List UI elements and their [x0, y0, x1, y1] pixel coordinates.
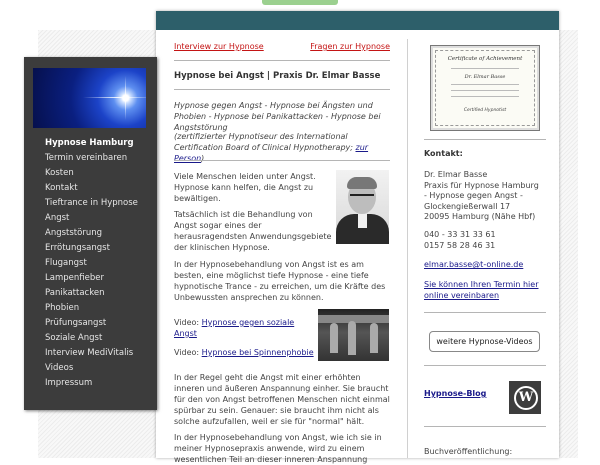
sidebar-item-panikattacken[interactable]: Panikattacken: [24, 286, 157, 301]
divider: [424, 312, 546, 313]
fragen-link[interactable]: Fragen zur Hypnose: [310, 42, 390, 51]
book-label: Buchveröffentlichung:: [424, 447, 513, 456]
top-links: Interview zur Hypnose Fragen zur Hypnose: [174, 42, 390, 54]
divider: [174, 60, 390, 61]
email-wrap: elmar.basse@t-online.de: [424, 260, 549, 271]
more-videos-button[interactable]: weitere Hypnose-Videos: [429, 331, 540, 352]
sidebar-item-flugangst[interactable]: Flugangst: [24, 256, 157, 271]
address-line: Dr. Elmar Basse: [424, 170, 488, 179]
phone-number: 040 - 33 31 33 61: [424, 230, 496, 239]
paragraph-5: In der Hypnosebehandlung von Angst, wie …: [174, 433, 382, 464]
address-line: Glockengießerwall 17: [424, 201, 511, 211]
page-title: Hypnose bei Angst | Praxis Dr. Elmar Bas…: [174, 71, 381, 81]
divider: [174, 89, 390, 90]
appointment-link[interactable]: Sie können Ihren Termin hier online vere…: [424, 280, 539, 300]
sidebar-item-soziale-angst[interactable]: Soziale Angst: [24, 331, 157, 346]
interview-link[interactable]: Interview zur Hypnose: [174, 42, 264, 51]
phone-block: 040 - 33 31 33 61 0157 58 28 46 31: [424, 230, 549, 251]
sidebar-item-angst[interactable]: Angst: [24, 211, 157, 226]
intro-text: Hypnose gegen Angst - Hypnose bei Ängste…: [174, 101, 381, 132]
sidebar-item-pruefungsangst[interactable]: Prüfungsangst: [24, 316, 157, 331]
paragraph-4: In der Regel geht die Angst mit einer er…: [174, 373, 390, 426]
sidebar-item-angststoerung[interactable]: Angststörung: [24, 226, 157, 241]
appointment-wrap: Sie können Ihren Termin hier online vere…: [424, 280, 549, 301]
divider: [174, 160, 390, 161]
phone-number: 0157 58 28 46 31: [424, 240, 496, 250]
top-tab: [262, 0, 338, 5]
portrait-photo: [336, 170, 389, 244]
sidebar-item-kosten[interactable]: Kosten: [24, 166, 157, 181]
address-block: Dr. Elmar Basse Praxis für Hypnose Hambu…: [424, 170, 549, 223]
sidebar-item-videos[interactable]: Videos: [24, 361, 157, 376]
sidebar-item-hypnose-hamburg[interactable]: Hypnose Hamburg: [24, 136, 157, 151]
certificate-image: Certificate of Achievement Dr. Elmar Bas…: [430, 45, 540, 131]
sidebar-item-tieftrance[interactable]: Tieftrance in Hypnose: [24, 196, 157, 211]
page-header-bar: [156, 11, 559, 30]
address-line: Praxis für Hypnose Hamburg: [424, 180, 539, 190]
sidebar: Hypnose Hamburg Termin vereinbaren Koste…: [24, 57, 157, 410]
video-thumbnail[interactable]: [318, 309, 389, 361]
column-divider: [407, 39, 408, 458]
paragraph-1: Viele Menschen leiden unter Angst. Hypno…: [174, 172, 316, 203]
contact-heading: Kontakt:: [424, 149, 463, 158]
sidebar-nav: Hypnose Hamburg Termin vereinbaren Koste…: [24, 136, 157, 391]
sidebar-item-interview[interactable]: Interview MediVitalis: [24, 346, 157, 361]
wordpress-icon[interactable]: W: [509, 381, 541, 414]
address-line: 20095 Hamburg (Nähe Hbf): [424, 212, 536, 221]
sidebar-star-image: [33, 68, 146, 128]
paragraph-3: In der Hypnosebehandlung von Angst ist e…: [174, 260, 386, 302]
paragraph-2: Tatsächlich ist die Behandlung von Angst…: [174, 210, 332, 252]
sidebar-item-kontakt[interactable]: Kontakt: [24, 181, 157, 196]
video-1: Video: Hypnose gegen soziale Angst: [174, 318, 295, 338]
sidebar-item-phobien[interactable]: Phobien: [24, 301, 157, 316]
divider: [424, 426, 546, 427]
blog-link[interactable]: Hypnose-Blog: [424, 389, 486, 398]
sidebar-item-erroetungsangst[interactable]: Errötungsangst: [24, 241, 157, 256]
email-link[interactable]: elmar.basse@t-online.de: [424, 260, 523, 269]
address-line: - Hypnose gegen Angst -: [424, 191, 523, 200]
divider: [424, 139, 546, 140]
divider: [424, 365, 546, 366]
sidebar-item-lampenfieber[interactable]: Lampenfieber: [24, 271, 157, 286]
video-spinnenphobie-link[interactable]: Hypnose bei Spinnenphobie: [202, 348, 314, 357]
sidebar-item-termin[interactable]: Termin vereinbaren: [24, 151, 157, 166]
video-2: Video: Hypnose bei Spinnenphobie: [174, 348, 314, 357]
sidebar-item-impressum[interactable]: Impressum: [24, 376, 157, 391]
